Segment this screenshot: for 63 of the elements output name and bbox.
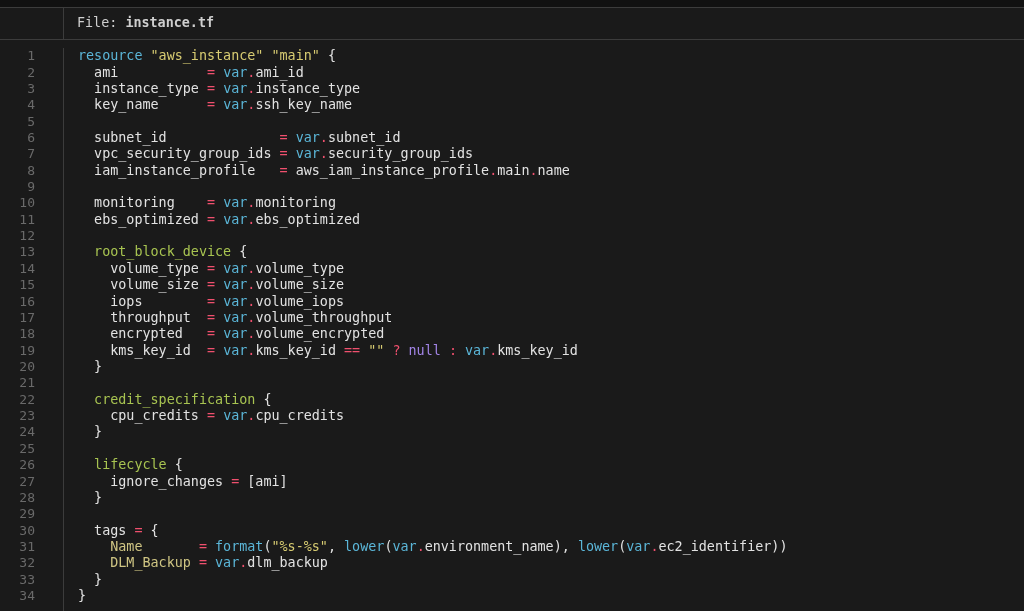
code-line: } xyxy=(93,359,103,375)
code-line: monitoring = var.monitoring xyxy=(93,195,336,212)
line-number: 17 xyxy=(19,309,35,326)
code-line: lifecycle { xyxy=(93,457,183,474)
line-number: 13 xyxy=(19,244,35,261)
code-line: credit_specification { xyxy=(93,391,272,408)
line-number: 11 xyxy=(19,211,35,228)
code-line: instance_type = var.instance_type xyxy=(93,80,361,97)
code-line: volume_size = var.volume_size xyxy=(109,277,345,294)
line-number: 9 xyxy=(27,179,35,196)
code-line: key_name = var.ssh_key_name xyxy=(93,97,353,114)
line-number: 10 xyxy=(19,195,35,212)
line-number: 31 xyxy=(19,538,35,555)
code-line: throughput = var.volume_throughput xyxy=(109,309,393,326)
code-line: cpu_credits = var.cpu_credits xyxy=(109,408,345,425)
code-line: DLM_Backup = var.dlm_backup xyxy=(109,555,328,572)
line-number: 27 xyxy=(19,473,35,490)
line-number: 30 xyxy=(19,522,35,539)
line-number: 34 xyxy=(19,588,35,605)
line-number: 6 xyxy=(27,129,35,146)
line-number: 33 xyxy=(19,571,35,588)
code-line: } xyxy=(93,424,103,441)
code-line: iops = var.volume_iops xyxy=(109,293,345,310)
line-number: 21 xyxy=(19,375,35,392)
line-number: 23 xyxy=(19,408,35,425)
line-number: 24 xyxy=(19,424,35,441)
code-line: encrypted = var.volume_encrypted xyxy=(109,326,385,343)
line-number: 7 xyxy=(27,146,35,163)
line-number: 2 xyxy=(27,64,35,81)
code-line: volume_type = var.volume_type xyxy=(109,260,345,277)
code-line: subnet_id = var.subnet_id xyxy=(93,129,401,146)
code-line: tags = { xyxy=(93,522,159,539)
code-line: } xyxy=(93,489,103,506)
line-number: 29 xyxy=(19,506,35,523)
code-line: ebs_optimized = var.ebs_optimized xyxy=(93,211,361,228)
line-number: 16 xyxy=(19,293,35,310)
code-line: } xyxy=(93,571,103,588)
line-number: 25 xyxy=(19,440,35,457)
line-number: 20 xyxy=(19,359,35,375)
code-line: vpc_security_group_ids = var.security_group_ids xyxy=(93,146,474,163)
code-line: ami = var.ami_id xyxy=(93,64,304,81)
line-number: 5 xyxy=(27,113,35,130)
line-number: 22 xyxy=(19,391,35,408)
line-number: 1 xyxy=(27,48,35,65)
line-number: 4 xyxy=(27,97,35,114)
line-number: 15 xyxy=(19,277,35,294)
code-line: root_block_device { xyxy=(93,244,248,261)
code-line: Name = format("%s-%s", lower(var.environment_name), lower(var.ec2_identifier)) xyxy=(109,538,788,555)
code-line: resource "aws_instance" "main" { xyxy=(78,48,336,65)
line-number: 19 xyxy=(19,342,35,359)
line-number: 32 xyxy=(19,555,35,572)
line-number: 8 xyxy=(27,162,35,179)
code-line: iam_instance_profile = aws_iam_instance_profile.main.name xyxy=(93,162,570,179)
line-number: 12 xyxy=(19,228,35,245)
line-number: 18 xyxy=(19,326,35,343)
line-number: 28 xyxy=(19,489,35,506)
file-name-label: File: instance.tf xyxy=(77,14,215,33)
line-number: 14 xyxy=(19,260,35,277)
line-number: 26 xyxy=(19,457,35,474)
line-number: 3 xyxy=(27,80,35,97)
code-line: kms_key_id = var.kms_key_id == "" ? null : var.kms_key_id xyxy=(109,342,578,359)
code-line: ignore_changes = [ami] xyxy=(109,473,288,490)
code-line: } xyxy=(78,588,87,605)
